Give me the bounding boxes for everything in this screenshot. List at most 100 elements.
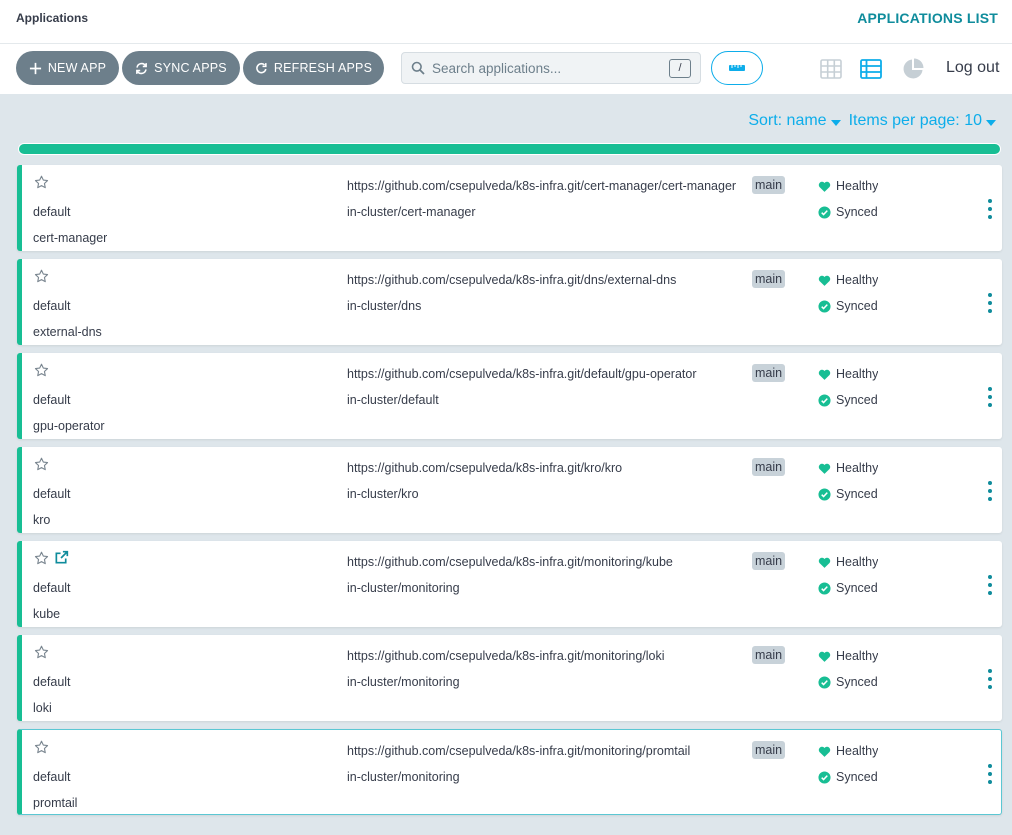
app-sync-status: Synced: [818, 581, 878, 595]
sort-label: Sort: name: [748, 112, 827, 129]
app-project: default: [33, 487, 71, 501]
app-repo-url: https://github.com/csepulveda/k8s-infra.…: [347, 649, 665, 663]
app-health-label: Healthy: [836, 367, 879, 381]
tiles-view-icon[interactable]: [819, 57, 843, 81]
page-title: Applications: [16, 11, 89, 25]
star-icon[interactable]: [34, 269, 49, 284]
app-health-status: Healthy: [818, 461, 878, 475]
app-sync-label: Synced: [836, 581, 878, 595]
page-heading: APPLICATIONS LIST: [857, 10, 998, 26]
app-project: default: [33, 581, 71, 595]
kebab-menu-icon[interactable]: [985, 764, 995, 784]
app-project: default: [33, 770, 71, 784]
app-health-label: Healthy: [836, 649, 879, 663]
heart-icon: [818, 181, 831, 192]
app-destination: in-cluster/monitoring: [347, 581, 460, 595]
app-project: default: [33, 675, 71, 689]
app-sync-status: Synced: [818, 393, 878, 407]
search-icon: [411, 61, 425, 75]
app-sync-status: Synced: [818, 205, 878, 219]
app-repo-url: https://github.com/csepulveda/k8s-infra.…: [347, 367, 697, 381]
kebab-menu-icon[interactable]: [985, 481, 995, 501]
applications-status-bar: [18, 143, 1001, 155]
app-health-status: Healthy: [818, 179, 878, 193]
app-sync-status: Synced: [818, 487, 878, 501]
star-icon[interactable]: [34, 363, 49, 378]
check-circle-icon: [818, 393, 831, 407]
heart-icon: [818, 369, 831, 380]
app-health-label: Healthy: [836, 744, 879, 758]
search-shortcut-key: /: [669, 59, 691, 78]
app-branch-badge: main: [752, 741, 786, 759]
list-view-icon[interactable]: [859, 57, 883, 81]
app-sync-label: Synced: [836, 393, 878, 407]
filter-toggle-button[interactable]: [711, 51, 763, 85]
app-health-label: Healthy: [836, 273, 879, 287]
kebab-menu-icon[interactable]: [985, 387, 995, 407]
app-card[interactable]: https://github.com/csepulveda/k8s-infra.…: [17, 259, 1002, 345]
items-per-page-label: Items per page: 10: [848, 112, 982, 129]
sort-dropdown[interactable]: Sort: name: [748, 112, 844, 130]
app-card[interactable]: https://github.com/csepulveda/k8s-infra.…: [17, 165, 1002, 251]
new-app-button[interactable]: NEW APP: [16, 51, 119, 85]
app-card[interactable]: https://github.com/csepulveda/k8s-infra.…: [17, 635, 1002, 721]
caret-down-icon: [986, 120, 996, 126]
kebab-menu-icon[interactable]: [985, 669, 995, 689]
app-name: promtail: [33, 796, 78, 810]
heart-icon: [818, 275, 831, 286]
kebab-menu-icon[interactable]: [985, 199, 995, 219]
app-sync-label: Synced: [836, 770, 878, 784]
summary-pie-icon[interactable]: [901, 57, 925, 81]
sync-apps-button[interactable]: SYNC APPS: [122, 51, 240, 85]
check-circle-icon: [818, 487, 831, 501]
app-branch-badge: main: [752, 646, 786, 664]
heart-icon: [818, 746, 831, 757]
app-sync-label: Synced: [836, 299, 878, 313]
app-destination: in-cluster/dns: [347, 299, 422, 313]
search-input[interactable]: [432, 57, 657, 79]
app-card[interactable]: https://github.com/csepulveda/k8s-infra.…: [17, 541, 1002, 627]
app-destination: in-cluster/monitoring: [347, 675, 460, 689]
toolbar: NEW APP SYNC APPS REFRESH APPS / Log out: [0, 44, 1012, 94]
star-icon[interactable]: [34, 175, 49, 190]
star-icon[interactable]: [34, 457, 49, 472]
check-circle-icon: [818, 675, 831, 689]
kebab-menu-icon[interactable]: [985, 575, 995, 595]
refresh-apps-button[interactable]: REFRESH APPS: [243, 51, 384, 85]
sync-apps-label: SYNC APPS: [154, 61, 227, 75]
sync-icon: [136, 62, 148, 74]
app-sync-status: Synced: [818, 299, 878, 313]
logout-link[interactable]: Log out: [946, 59, 999, 77]
app-card[interactable]: https://github.com/csepulveda/k8s-infra.…: [17, 447, 1002, 533]
refresh-icon: [256, 62, 267, 73]
app-repo-url: https://github.com/csepulveda/k8s-infra.…: [347, 744, 691, 758]
app-card[interactable]: https://github.com/csepulveda/k8s-infra.…: [17, 353, 1002, 439]
app-health-status: Healthy: [818, 649, 878, 663]
star-icon[interactable]: [34, 645, 49, 660]
new-app-label: NEW APP: [47, 61, 107, 75]
app-branch-badge: main: [752, 552, 786, 570]
external-link-icon[interactable]: [54, 550, 69, 565]
app-sync-status: Synced: [818, 675, 878, 689]
items-per-page-dropdown[interactable]: Items per page: 10: [849, 112, 1000, 130]
app-health-label: Healthy: [836, 555, 879, 569]
app-destination: in-cluster/monitoring: [347, 770, 460, 784]
app-sync-label: Synced: [836, 675, 878, 689]
star-icon[interactable]: [34, 551, 49, 566]
app-sync-label: Synced: [836, 205, 878, 219]
app-project: default: [33, 299, 71, 313]
caret-down-icon: [830, 120, 841, 126]
app-destination: in-cluster/kro: [347, 487, 419, 501]
plus-icon: [29, 62, 41, 74]
heart-icon: [818, 463, 831, 474]
kebab-menu-icon[interactable]: [985, 293, 995, 313]
app-project: default: [33, 205, 71, 219]
heart-icon: [818, 557, 831, 568]
app-name: cert-manager: [33, 231, 108, 245]
filter-ruler-icon: [729, 65, 745, 71]
app-destination: in-cluster/default: [347, 393, 439, 407]
app-card[interactable]: https://github.com/csepulveda/k8s-infra.…: [17, 729, 1002, 815]
refresh-apps-label: REFRESH APPS: [273, 61, 373, 75]
star-icon[interactable]: [34, 740, 49, 755]
sort-controls: Sort: name Items per page: 10: [748, 112, 1000, 130]
